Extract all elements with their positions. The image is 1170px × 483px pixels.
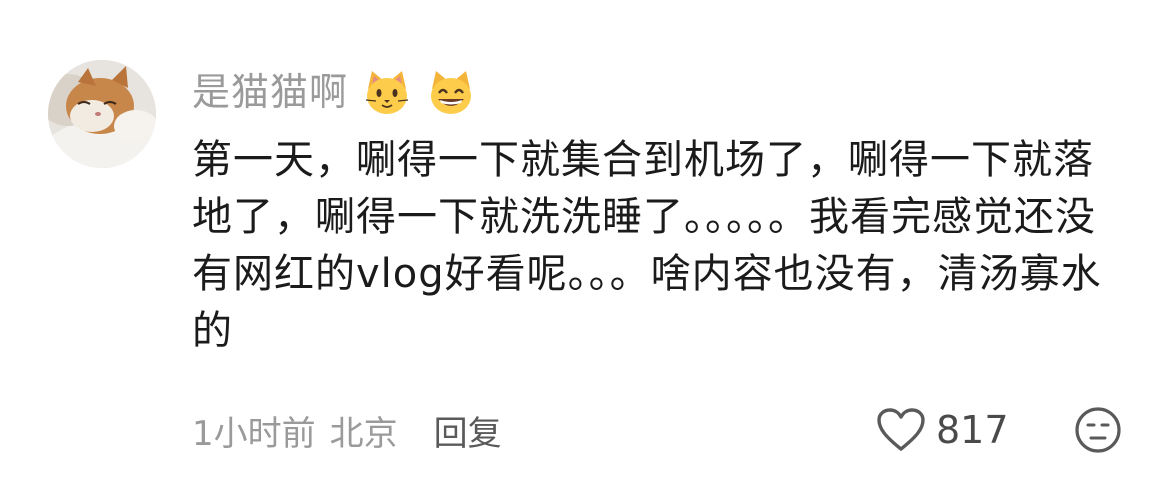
- grinning-cat-emoji: [426, 67, 476, 117]
- avatar[interactable]: [48, 60, 156, 168]
- comment-location: 北京: [329, 413, 398, 454]
- username-row: 是猫猫啊: [192, 62, 476, 122]
- cat-avatar-image: [48, 60, 156, 168]
- comment-text: 第一天，唰得一下就集合到机场了，唰得一下就落地了，唰得一下就洗洗睡了。。。。。我…: [192, 137, 1102, 354]
- comment-item: 是猫猫啊 第一天，唰得一下就集合到机场了，唰得一下就落地了，唰得一下就洗洗睡了。…: [0, 0, 1170, 483]
- comment-time: 1小时前: [192, 413, 316, 454]
- cat-face-emoji: [362, 67, 412, 117]
- unamused-face-icon[interactable]: [1074, 406, 1122, 454]
- reply-button[interactable]: 回复: [434, 406, 502, 455]
- like-button[interactable]: 817: [876, 402, 1009, 458]
- heart-outline-icon[interactable]: [876, 407, 926, 453]
- comment-meta: 1小时前 北京 回复: [192, 402, 502, 458]
- username[interactable]: 是猫猫啊: [192, 62, 348, 122]
- like-count: 817: [936, 408, 1009, 452]
